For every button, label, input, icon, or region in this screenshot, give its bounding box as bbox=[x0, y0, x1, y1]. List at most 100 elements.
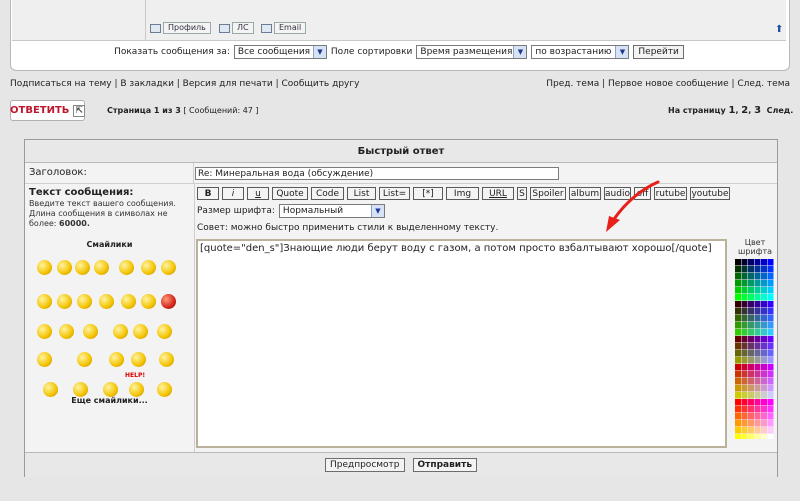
smiley-icon[interactable] bbox=[94, 260, 109, 275]
color-swatch[interactable] bbox=[767, 392, 774, 399]
color-swatch[interactable] bbox=[735, 392, 741, 399]
sort-order-select[interactable]: по возрастанию ▼ bbox=[531, 45, 630, 59]
page-link-3[interactable]: 3 bbox=[754, 105, 761, 116]
color-swatch[interactable] bbox=[767, 343, 774, 350]
color-swatch[interactable] bbox=[754, 266, 761, 273]
smiley-icon[interactable] bbox=[141, 294, 156, 309]
color-swatch[interactable] bbox=[741, 329, 748, 336]
color-swatch[interactable] bbox=[741, 399, 748, 406]
color-swatch[interactable] bbox=[735, 287, 741, 294]
color-swatch[interactable] bbox=[754, 273, 761, 280]
color-swatch[interactable] bbox=[761, 434, 767, 439]
color-swatch[interactable] bbox=[735, 434, 741, 439]
message-textarea[interactable]: [quote="den_s"]Знающие люди берут воду с… bbox=[196, 239, 727, 448]
color-swatch[interactable] bbox=[748, 427, 754, 434]
color-swatch[interactable] bbox=[748, 287, 754, 294]
smiley-icon[interactable] bbox=[57, 294, 72, 309]
color-swatch[interactable] bbox=[754, 322, 761, 329]
smiley-icon[interactable] bbox=[141, 260, 156, 275]
color-swatch[interactable] bbox=[735, 308, 741, 315]
color-swatch[interactable] bbox=[748, 343, 754, 350]
color-swatch[interactable] bbox=[735, 364, 741, 371]
color-swatch[interactable] bbox=[735, 371, 741, 378]
color-swatch[interactable] bbox=[741, 287, 748, 294]
smiley-icon[interactable] bbox=[131, 352, 146, 367]
color-swatch[interactable] bbox=[741, 336, 748, 343]
smiley-icon[interactable] bbox=[37, 324, 52, 339]
color-swatch[interactable] bbox=[735, 385, 741, 392]
smiley-icon[interactable] bbox=[83, 324, 98, 339]
bbcode-button-Quote[interactable]: Quote bbox=[272, 187, 308, 200]
topic-nav-links[interactable]: Пред. тема | Первое новое сообщение | Сл… bbox=[546, 79, 790, 89]
color-swatch[interactable] bbox=[754, 259, 761, 266]
color-swatch[interactable] bbox=[741, 413, 748, 420]
color-swatch[interactable] bbox=[735, 343, 741, 350]
color-swatch[interactable] bbox=[748, 371, 754, 378]
color-swatch[interactable] bbox=[767, 420, 774, 427]
color-swatch[interactable] bbox=[741, 378, 748, 385]
color-swatch[interactable] bbox=[761, 392, 767, 399]
color-swatch[interactable] bbox=[735, 420, 741, 427]
smiley-icon[interactable] bbox=[161, 260, 176, 275]
color-swatch[interactable] bbox=[741, 273, 748, 280]
color-swatch[interactable] bbox=[748, 378, 754, 385]
color-swatch[interactable] bbox=[767, 336, 774, 343]
color-swatch[interactable] bbox=[748, 273, 754, 280]
color-swatch[interactable] bbox=[741, 343, 748, 350]
color-swatch[interactable] bbox=[767, 357, 774, 364]
color-swatch[interactable] bbox=[748, 413, 754, 420]
color-swatch[interactable] bbox=[767, 413, 774, 420]
color-swatch[interactable] bbox=[767, 385, 774, 392]
smiley-icon[interactable] bbox=[133, 324, 148, 339]
color-swatch[interactable] bbox=[741, 427, 748, 434]
smiley-icon[interactable] bbox=[119, 260, 134, 275]
color-swatch[interactable] bbox=[748, 399, 754, 406]
color-swatch[interactable] bbox=[748, 420, 754, 427]
color-swatch[interactable] bbox=[748, 259, 754, 266]
color-swatch[interactable] bbox=[735, 280, 741, 287]
color-swatch[interactable] bbox=[761, 329, 767, 336]
color-swatch[interactable] bbox=[761, 357, 767, 364]
color-swatch[interactable] bbox=[754, 427, 761, 434]
color-swatch[interactable] bbox=[735, 406, 741, 413]
color-swatch[interactable] bbox=[741, 294, 748, 301]
reply-button[interactable]: ОТВЕТИТЬ ⇱ bbox=[10, 100, 85, 121]
color-swatch[interactable] bbox=[748, 392, 754, 399]
color-swatch[interactable] bbox=[741, 406, 748, 413]
color-swatch[interactable] bbox=[735, 336, 741, 343]
color-swatch[interactable] bbox=[735, 378, 741, 385]
color-swatch[interactable] bbox=[761, 406, 767, 413]
next-page-link[interactable]: След. bbox=[767, 106, 794, 115]
color-swatch[interactable] bbox=[761, 399, 767, 406]
color-swatch[interactable] bbox=[767, 294, 774, 301]
color-swatch[interactable] bbox=[767, 273, 774, 280]
subject-input[interactable]: Re: Минеральная вода (обсуждение) bbox=[195, 167, 559, 180]
color-swatch[interactable] bbox=[735, 294, 741, 301]
email-button[interactable]: Email bbox=[261, 22, 307, 34]
bbcode-button-[interactable]: [*] bbox=[413, 187, 443, 200]
smiley-icon[interactable] bbox=[113, 324, 128, 339]
color-swatch[interactable] bbox=[761, 287, 767, 294]
color-swatch[interactable] bbox=[741, 259, 748, 266]
color-swatch[interactable] bbox=[767, 399, 774, 406]
color-swatch[interactable] bbox=[761, 427, 767, 434]
color-swatch[interactable] bbox=[748, 434, 754, 439]
color-swatch[interactable] bbox=[767, 322, 774, 329]
color-swatch[interactable] bbox=[748, 301, 754, 308]
smiley-icon[interactable] bbox=[37, 352, 52, 367]
color-swatch[interactable] bbox=[741, 315, 748, 322]
smiley-icon[interactable] bbox=[43, 382, 58, 397]
color-swatch[interactable] bbox=[741, 308, 748, 315]
color-swatch[interactable] bbox=[735, 399, 741, 406]
devil-smiley-icon[interactable] bbox=[161, 294, 176, 309]
font-size-select[interactable]: Нормальный ▼ bbox=[278, 204, 385, 218]
color-swatch[interactable] bbox=[754, 364, 761, 371]
color-swatch[interactable] bbox=[754, 280, 761, 287]
smiley-icon[interactable] bbox=[99, 294, 114, 309]
color-swatch[interactable] bbox=[754, 315, 761, 322]
color-swatch[interactable] bbox=[735, 322, 741, 329]
smiley-icon[interactable] bbox=[109, 352, 124, 367]
more-smilies-link[interactable]: Еще смайлики... bbox=[25, 396, 194, 405]
preview-button[interactable]: Предпросмотр bbox=[324, 458, 405, 472]
color-swatch[interactable] bbox=[767, 378, 774, 385]
